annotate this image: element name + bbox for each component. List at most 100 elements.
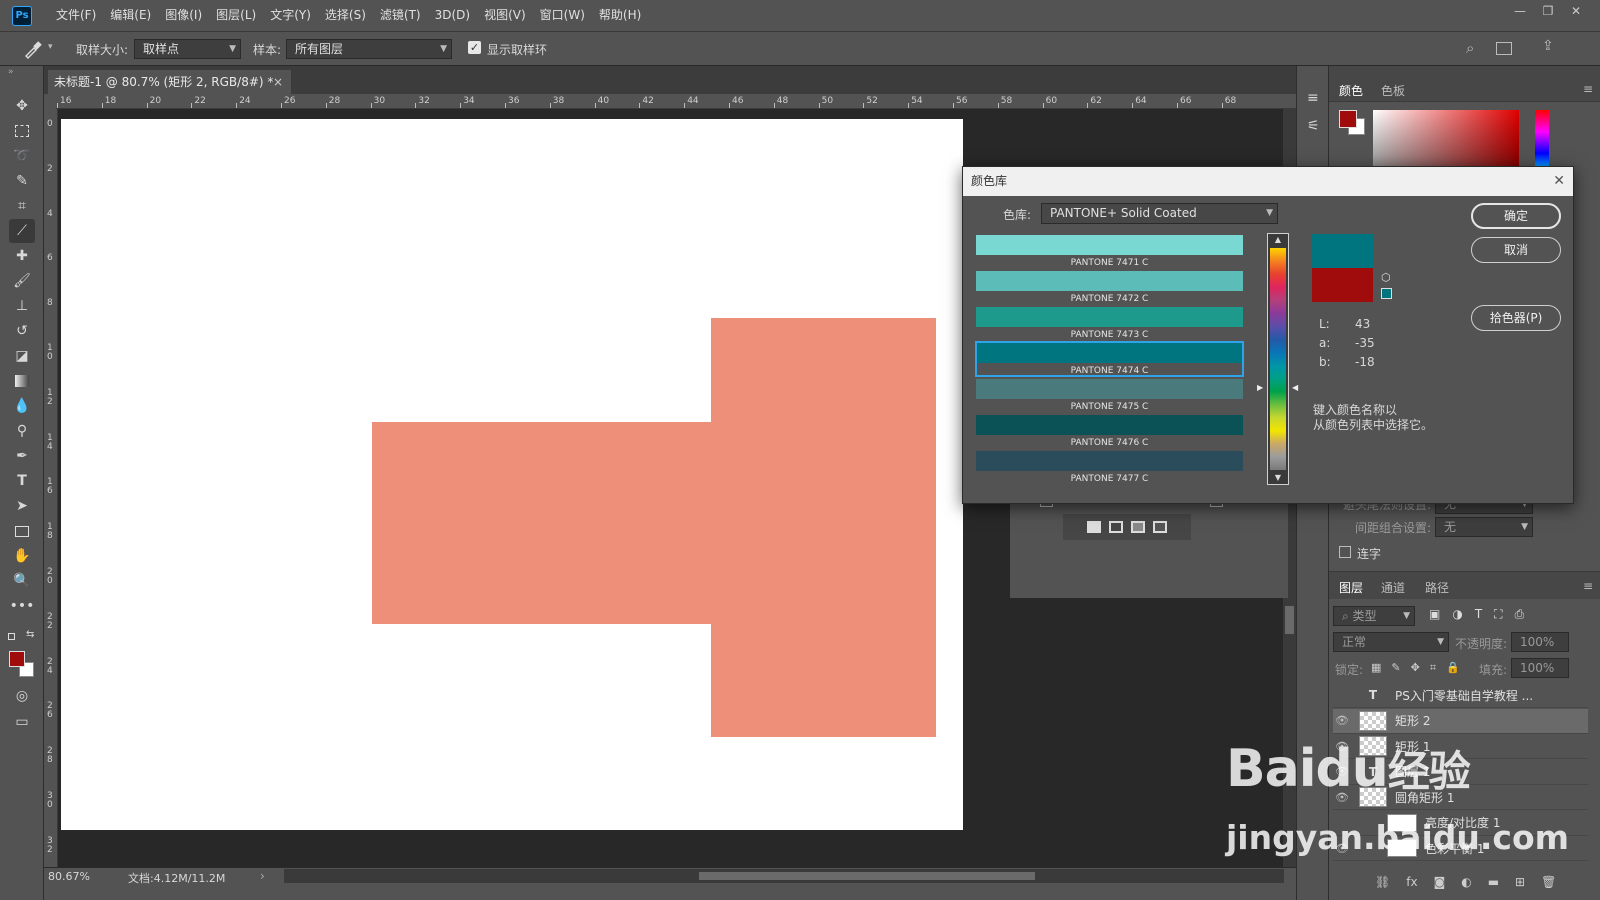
eraser-tool-icon[interactable]: ◪ — [9, 344, 35, 368]
foreground-color-swatch[interactable] — [9, 651, 25, 667]
history-brush-tool-icon[interactable]: ↺ — [9, 319, 35, 343]
exclude-shape-icon[interactable] — [1153, 521, 1167, 533]
zoom-tool-icon[interactable]: 🔍 — [9, 569, 35, 593]
new-layer-icon[interactable]: ⊞ — [1515, 875, 1525, 889]
lasso-tool-icon[interactable]: ➰ — [9, 144, 35, 168]
hand-tool-icon[interactable]: ✋ — [9, 544, 35, 568]
quick-selection-tool-icon[interactable]: ✎ — [9, 169, 35, 193]
swatch-label[interactable]: PANTONE 7473 C — [976, 330, 1243, 340]
close-tab-icon[interactable]: × — [273, 70, 283, 94]
rectangle-2-shape[interactable] — [711, 318, 936, 737]
slider-left-arrow-icon[interactable]: ▶ — [1257, 383, 1263, 392]
path-selection-tool-icon[interactable]: ➤ — [9, 494, 35, 518]
panel-foreground-swatch[interactable] — [1339, 110, 1357, 128]
color-swatch[interactable] — [976, 451, 1243, 471]
library-scroll-strip[interactable]: ▲ ▼ — [1267, 233, 1289, 485]
color-swatch[interactable] — [976, 415, 1243, 435]
menu-item-6[interactable]: 滤镜(T) — [373, 0, 428, 31]
color-picker-button[interactable]: 拾色器(P) — [1471, 305, 1561, 331]
show-ring-checkbox[interactable]: ✓ — [468, 41, 481, 54]
more-tools-icon[interactable]: ••• — [9, 594, 35, 618]
tab-channels[interactable]: 通道 — [1381, 579, 1405, 596]
share-icon[interactable]: ⇪ — [1542, 38, 1554, 54]
layer-row[interactable]: T PS入门零基础自学教程 ... — [1333, 683, 1588, 708]
document-tab[interactable]: 未标题-1 @ 80.7% (矩形 2, RGB/8#) * × — [48, 70, 291, 94]
search-icon[interactable]: ⌕ — [1466, 39, 1474, 57]
menu-item-8[interactable]: 视图(V) — [477, 0, 533, 31]
lock-pixels-icon[interactable]: ✎ — [1391, 661, 1400, 675]
swatch-label[interactable]: PANTONE 7476 C — [976, 438, 1243, 448]
close-window-button[interactable]: ✕ — [1562, 0, 1590, 22]
web-safe-swatch[interactable] — [1381, 288, 1392, 299]
intersect-shape-icon[interactable] — [1131, 521, 1145, 533]
visibility-eye-icon[interactable]: 👁 — [1333, 714, 1351, 727]
menu-item-9[interactable]: 窗口(W) — [533, 0, 592, 31]
link-layers-icon[interactable]: ⛓ — [1375, 875, 1390, 889]
old-color-preview[interactable] — [1312, 268, 1373, 302]
close-icon[interactable]: ✕ — [1553, 167, 1565, 196]
adjustments-icon[interactable]: ⚟ — [1307, 118, 1320, 134]
swatch-label[interactable]: PANTONE 7475 C — [976, 402, 1243, 412]
document-canvas[interactable] — [61, 119, 963, 830]
scroll-down-icon[interactable]: ▼ — [1268, 472, 1288, 484]
marquee-tool-icon[interactable] — [9, 119, 35, 143]
stamp-tool-icon[interactable]: ⊥ — [9, 294, 35, 318]
swatch-label[interactable]: PANTONE 7472 C — [976, 294, 1243, 304]
shape-filter-icon[interactable]: ⛶ — [1494, 607, 1502, 622]
brush-settings-icon[interactable]: ≡ — [1307, 90, 1319, 106]
restore-button[interactable]: ❐ — [1534, 0, 1562, 22]
pen-tool-icon[interactable]: ✒ — [9, 444, 35, 468]
eyedropper-icon[interactable] — [22, 39, 44, 59]
quick-mask-icon[interactable]: ◎ — [9, 684, 35, 708]
add-mask-icon[interactable]: ◙ — [1434, 875, 1446, 889]
subtract-shape-icon[interactable] — [1109, 521, 1123, 533]
menu-item-7[interactable]: 3D(D) — [428, 0, 477, 31]
scroll-up-icon[interactable]: ▲ — [1268, 234, 1288, 246]
menu-item-3[interactable]: 图层(L) — [209, 0, 263, 31]
blur-tool-icon[interactable]: 💧 — [9, 394, 35, 418]
layer-row[interactable]: 👁 矩形 2 — [1333, 708, 1588, 734]
collapse-tools-icon[interactable]: » — [8, 67, 14, 77]
move-tool-icon[interactable]: ✥ — [9, 94, 35, 118]
minimize-button[interactable]: — — [1506, 0, 1534, 22]
mojikumi-select[interactable]: 无 ▼ — [1435, 517, 1533, 537]
panel-menu-icon[interactable]: ≡ — [1583, 82, 1593, 96]
color-swatch[interactable] — [976, 271, 1243, 291]
eyedropper-tool-icon[interactable]: ⟋ — [9, 219, 35, 243]
smart-object-filter-icon[interactable]: ⎙ — [1515, 607, 1525, 622]
brush-tool-icon[interactable]: 🖌 — [9, 269, 35, 293]
swatch-label[interactable]: PANTONE 7477 C — [976, 474, 1243, 484]
sample-size-select[interactable]: 取样点 ▼ — [134, 39, 241, 59]
tab-paths[interactable]: 路径 — [1425, 579, 1449, 596]
opacity-input[interactable]: 100% — [1511, 632, 1569, 652]
fill-input[interactable]: 100% — [1511, 658, 1569, 678]
lock-artboard-icon[interactable]: ⌗ — [1430, 661, 1436, 675]
rectangle-tool-icon[interactable] — [9, 519, 35, 543]
menu-item-5[interactable]: 选择(S) — [318, 0, 373, 31]
color-swatch[interactable] — [976, 235, 1243, 255]
dodge-tool-icon[interactable]: ⚲ — [9, 419, 35, 443]
spectrum-bar[interactable] — [1270, 248, 1286, 470]
pixel-filter-icon[interactable]: ▣ — [1429, 607, 1440, 622]
menu-item-10[interactable]: 帮助(H) — [592, 0, 648, 31]
rectangle-1-shape[interactable] — [372, 422, 718, 624]
workspace-icon[interactable] — [1496, 42, 1512, 55]
combine-shapes-icon[interactable] — [1087, 521, 1101, 533]
type-filter-icon[interactable]: T — [1475, 607, 1482, 622]
ok-button[interactable]: 确定 — [1471, 203, 1561, 229]
cancel-button[interactable]: 取消 — [1471, 237, 1561, 263]
trash-icon[interactable]: 🗑 — [1541, 875, 1556, 889]
gradient-tool-icon[interactable] — [9, 369, 35, 393]
tab-swatches[interactable]: 色板 — [1381, 82, 1405, 99]
slider-right-arrow-icon[interactable]: ◀ — [1292, 383, 1298, 392]
tool-preset-chevron-icon[interactable]: ▾ — [48, 42, 53, 52]
menu-item-0[interactable]: 文件(F) — [49, 0, 103, 31]
hyphenate-checkbox[interactable] — [1339, 546, 1351, 558]
color-swatch[interactable] — [976, 307, 1243, 327]
adjustment-filter-icon[interactable]: ◑ — [1452, 607, 1462, 622]
tab-color[interactable]: 颜色 — [1339, 82, 1363, 99]
healing-brush-tool-icon[interactable]: ✚ — [9, 244, 35, 268]
menu-item-4[interactable]: 文字(Y) — [263, 0, 318, 31]
default-colors-icon[interactable] — [8, 633, 15, 640]
layer-style-icon[interactable]: fx — [1406, 875, 1417, 889]
